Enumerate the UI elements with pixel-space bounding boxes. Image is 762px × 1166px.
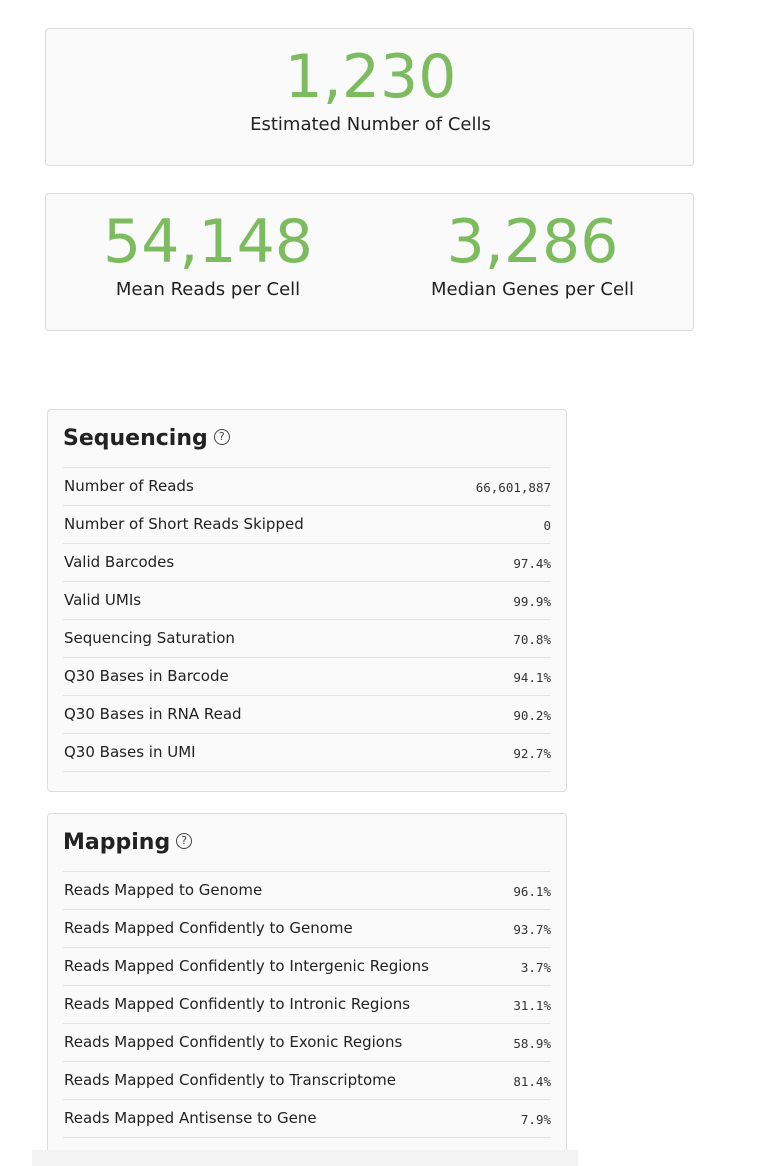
metric-name: Number of Short Reads Skipped (64, 515, 304, 533)
mean-reads-label: Mean Reads per Cell (115, 279, 301, 300)
metric-name: Reads Mapped Confidently to Genome (64, 919, 353, 937)
metric-value: 92.7% (513, 746, 551, 761)
mapping-table: Reads Mapped to Genome 96.1% Reads Mappe… (63, 871, 551, 1138)
metric-value: 81.4% (513, 1074, 551, 1089)
estimated-cells-value: 1,230 (284, 42, 457, 112)
metric-value: 70.8% (513, 632, 551, 647)
metric-value: 58.9% (513, 1036, 551, 1051)
table-row: Reads Mapped Confidently to Exonic Regio… (63, 1024, 551, 1062)
sequencing-header: Sequencing? (63, 410, 551, 467)
metric-value: 97.4% (513, 556, 551, 571)
metric-value: 0 (543, 518, 551, 533)
metric-name: Q30 Bases in Barcode (64, 667, 229, 685)
metric-value: 31.1% (513, 998, 551, 1013)
median-genes-metric: 3,286 Median Genes per Cell (370, 211, 695, 300)
mean-reads-metric: 54,148 Mean Reads per Cell (46, 211, 370, 300)
table-row: Q30 Bases in Barcode 94.1% (63, 658, 551, 696)
table-row: Reads Mapped Antisense to Gene 7.9% (63, 1100, 551, 1138)
median-genes-value: 3,286 (446, 207, 619, 277)
sequencing-table: Number of Reads 66,601,887 Number of Sho… (63, 467, 551, 772)
metric-name: Reads Mapped to Genome (64, 881, 263, 899)
table-row: Valid Barcodes 97.4% (63, 544, 551, 582)
metric-value: 90.2% (513, 708, 551, 723)
metric-name: Reads Mapped Confidently to Intronic Reg… (64, 995, 411, 1013)
table-row: Reads Mapped Confidently to Intronic Reg… (63, 986, 551, 1024)
metric-name: Q30 Bases in UMI (64, 743, 196, 761)
table-row: Reads Mapped Confidently to Intergenic R… (63, 948, 551, 986)
question-circle-icon[interactable]: ? (176, 833, 193, 849)
metric-name: Reads Mapped Antisense to Gene (64, 1109, 317, 1127)
table-row: Number of Reads 66,601,887 (63, 468, 551, 506)
metric-value: 96.1% (513, 884, 551, 899)
mean-reads-value: 54,148 (103, 207, 313, 277)
table-row: Valid UMIs 99.9% (63, 582, 551, 620)
question-circle-icon[interactable]: ? (213, 429, 230, 445)
estimated-cells-label: Estimated Number of Cells (250, 114, 491, 135)
metric-value: 94.1% (513, 670, 551, 685)
metric-value: 93.7% (513, 922, 551, 937)
metric-name: Valid UMIs (64, 591, 142, 609)
metric-name: Reads Mapped Confidently to Exonic Regio… (64, 1033, 403, 1051)
metric-name: Reads Mapped Confidently to Transcriptom… (64, 1071, 396, 1089)
metric-value: 7.9% (520, 1112, 551, 1127)
table-row: Number of Short Reads Skipped 0 (63, 506, 551, 544)
sequencing-card: Sequencing? Number of Reads 66,601,887 N… (47, 409, 567, 792)
metric-value: 3.7% (520, 960, 551, 975)
table-row: Reads Mapped Confidently to Genome 93.7% (63, 910, 551, 948)
metric-name: Sequencing Saturation (64, 629, 235, 647)
median-genes-label: Median Genes per Cell (430, 279, 635, 300)
metric-value: 99.9% (513, 594, 551, 609)
table-row: Reads Mapped Confidently to Transcriptom… (63, 1062, 551, 1100)
cells-summary-card: 1,230 Estimated Number of Cells (45, 28, 694, 166)
metric-name: Reads Mapped Confidently to Intergenic R… (64, 957, 429, 975)
table-row: Sequencing Saturation 70.8% (63, 620, 551, 658)
table-row: Q30 Bases in RNA Read 90.2% (63, 696, 551, 734)
metric-name: Number of Reads (64, 477, 194, 495)
mapping-header: Mapping? (63, 814, 551, 871)
estimated-cells-metric: 1,230 Estimated Number of Cells (46, 46, 695, 135)
mapping-title: Mapping (63, 830, 171, 855)
sequencing-title: Sequencing (63, 426, 208, 451)
metric-value: 66,601,887 (475, 480, 551, 495)
metric-name: Q30 Bases in RNA Read (64, 705, 242, 723)
table-row: Q30 Bases in UMI 92.7% (63, 734, 551, 772)
bottom-fade (32, 1150, 578, 1166)
metric-name: Valid Barcodes (64, 553, 175, 571)
table-row: Reads Mapped to Genome 96.1% (63, 872, 551, 910)
mapping-card: Mapping? Reads Mapped to Genome 96.1% Re… (47, 813, 567, 1158)
reads-genes-summary-card: 54,148 Mean Reads per Cell 3,286 Median … (45, 193, 694, 331)
